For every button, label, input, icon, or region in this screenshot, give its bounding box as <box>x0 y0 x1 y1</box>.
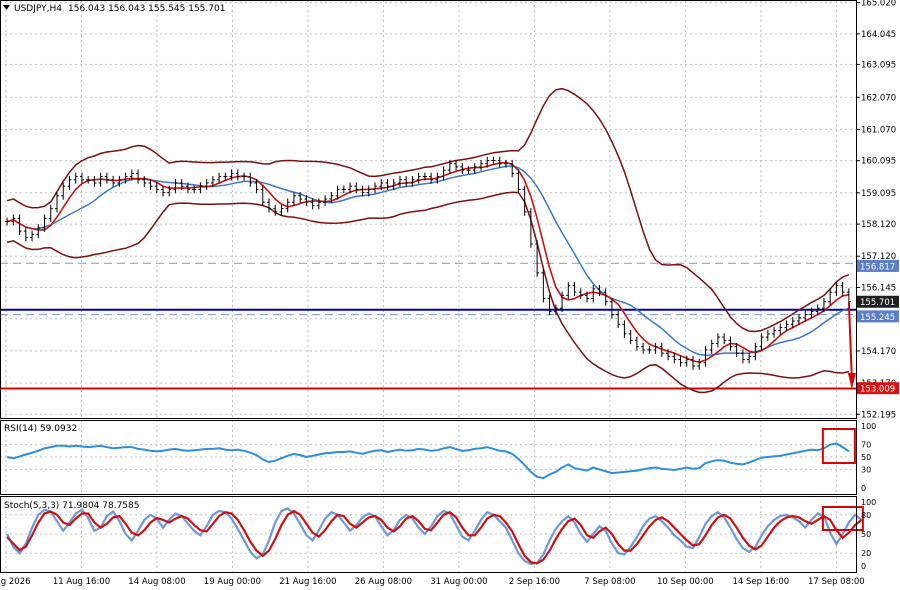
stoch-title: Stoch(5,3,3) 71.9804 78.7585 <box>4 501 139 511</box>
x-tick-label: 19 Aug 00:00 <box>204 577 261 587</box>
y-tick-label: 164.045 <box>861 30 896 40</box>
x-tick-label: 11 Aug 16:00 <box>53 577 110 587</box>
rsi-y-tick-label: 50 <box>861 453 871 462</box>
x-tick-label: 21 Aug 16:00 <box>279 577 336 587</box>
y-tick-label: 165.020 <box>861 0 896 9</box>
y-tick-label: 154.170 <box>861 347 896 357</box>
x-tick-label: 14 Aug 08:00 <box>128 577 185 587</box>
rsi-y-tick-label: 70 <box>861 441 871 450</box>
y-tick-label: 156.145 <box>861 283 896 293</box>
x-tick-label: 17 Sep 08:00 <box>808 577 865 587</box>
y-tick-label: 161.070 <box>861 125 896 135</box>
stoch-y-tick-label: 100 <box>861 498 876 507</box>
rsi-y-tick-label: 100 <box>861 422 876 431</box>
stoch-y-tick-label: 0 <box>861 562 866 571</box>
y-tick-label: 162.070 <box>861 93 896 103</box>
y-tick-label: 152.195 <box>861 410 896 420</box>
stoch-y-tick-label: 20 <box>861 549 871 558</box>
x-tick-label: 7 Sep 08:00 <box>584 577 635 587</box>
x-tick-label: 31 Aug 00:00 <box>430 577 487 587</box>
y-tick-label: 158.120 <box>861 220 896 230</box>
x-tick-label: 2 Sep 16:00 <box>509 577 560 587</box>
y-tick-label: 160.095 <box>861 157 896 167</box>
rsi-title: RSI(14) 59.0932 <box>4 424 77 434</box>
price-badge-label: 153.009 <box>860 385 895 395</box>
stoch-y-tick-label: 50 <box>861 530 871 539</box>
price-badge-label: 156.817 <box>860 262 895 272</box>
rsi-y-tick-label: 0 <box>861 484 866 493</box>
price-badge-label: 155.701 <box>860 298 895 308</box>
price-badge-label: 155.245 <box>860 313 895 323</box>
ohlc-header: 156.043 156.043 155.545 155.701 <box>68 4 225 14</box>
x-tick-label: 7 Aug 2026 <box>0 577 31 587</box>
x-tick-label: 26 Aug 08:00 <box>355 577 412 587</box>
y-tick-label: 163.095 <box>861 60 896 70</box>
stoch-y-tick-label: 80 <box>861 511 871 520</box>
x-tick-label: 14 Sep 16:00 <box>732 577 789 587</box>
symbol-header: USDJPY,H4 <box>14 4 62 14</box>
rsi-y-tick-label: 30 <box>861 465 871 474</box>
x-tick-label: 10 Sep 00:00 <box>657 577 714 587</box>
trading-chart[interactable]: 7 Aug 2026 11 Aug 16:00 14 Aug 08:00 19 Aug… <box>0 0 900 590</box>
y-tick-label: 159.095 <box>861 189 896 199</box>
